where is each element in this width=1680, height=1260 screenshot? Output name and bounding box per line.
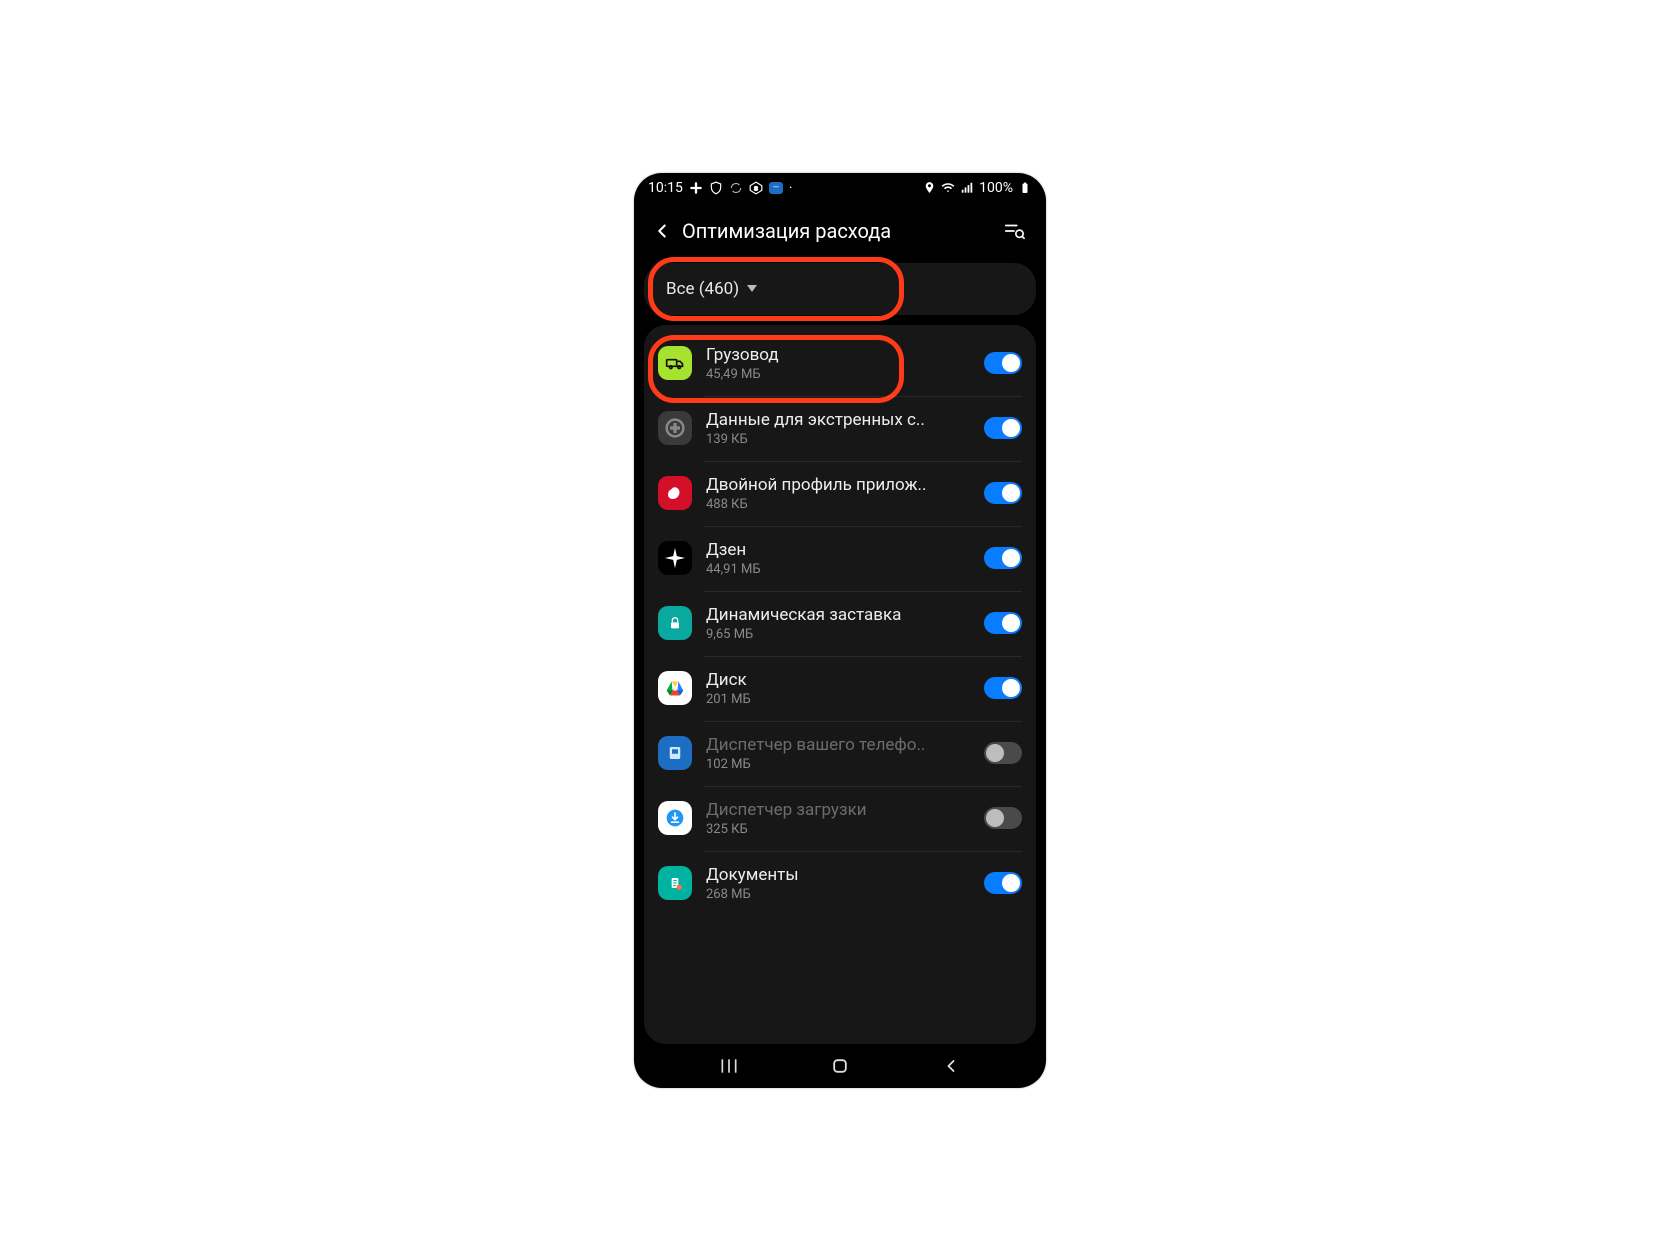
app-badge-icon: —: [769, 182, 783, 194]
app-name: Диспетчер загрузки: [706, 800, 970, 820]
back-button[interactable]: [644, 213, 680, 249]
filter-chip[interactable]: Все (460): [658, 277, 765, 301]
more-dot-icon: ·: [789, 180, 793, 196]
app-name: Данные для экстренных с..: [706, 410, 970, 430]
blob-icon: [658, 476, 692, 510]
slack-icon: [689, 181, 703, 195]
wifi-icon: [941, 181, 955, 195]
plus-icon: [658, 411, 692, 445]
nav-back-button[interactable]: [937, 1052, 965, 1080]
app-texts: Данные для экстренных с.. 139 КБ: [706, 410, 970, 447]
page-title: Оптимизация расхода: [680, 219, 996, 243]
app-header: Оптимизация расхода: [634, 203, 1046, 263]
app-toggle[interactable]: [984, 352, 1022, 374]
status-bar: 10:15 S — ·: [634, 173, 1046, 203]
app-texts: Диск 201 МБ: [706, 670, 970, 707]
app-toggle[interactable]: [984, 807, 1022, 829]
app-row[interactable]: Документы 268 МБ: [644, 851, 1036, 916]
app-size: 44,91 МБ: [706, 562, 970, 577]
phone-mgr-icon: [658, 736, 692, 770]
app-size: 488 КБ: [706, 497, 970, 512]
signal-icon: [960, 181, 974, 195]
nav-recents-button[interactable]: [715, 1052, 743, 1080]
filter-panel: Все (460): [644, 263, 1036, 315]
app-row[interactable]: Дзен 44,91 МБ: [644, 526, 1036, 591]
battery-text: 100%: [979, 180, 1013, 196]
location-icon: [922, 181, 936, 195]
app-row[interactable]: Данные для экстренных с.. 139 КБ: [644, 396, 1036, 461]
app-texts: Дзен 44,91 МБ: [706, 540, 970, 577]
app-row[interactable]: Динамическая заставка 9,65 МБ: [644, 591, 1036, 656]
truck-icon: [658, 346, 692, 380]
app-name: Документы: [706, 865, 970, 885]
app-texts: Динамическая заставка 9,65 МБ: [706, 605, 970, 642]
app-toggle[interactable]: [984, 417, 1022, 439]
chevron-down-icon: [747, 285, 757, 292]
app-name: Дзен: [706, 540, 970, 560]
app-toggle[interactable]: [984, 547, 1022, 569]
app-name: Диспетчер вашего телефо..: [706, 735, 970, 755]
s-icon: S: [749, 181, 763, 195]
app-name: Грузовод: [706, 345, 970, 365]
app-list[interactable]: Грузовод 45,49 МБ Данные для экстренных с.…: [644, 325, 1036, 922]
app-row[interactable]: Диспетчер вашего телефо.. 102 МБ: [644, 721, 1036, 786]
app-toggle[interactable]: [984, 677, 1022, 699]
app-toggle[interactable]: [984, 482, 1022, 504]
app-name: Диск: [706, 670, 970, 690]
phone-frame: 10:15 S — ·: [634, 173, 1046, 1088]
app-row[interactable]: Диспетчер загрузки 325 КБ: [644, 786, 1036, 851]
app-size: 102 МБ: [706, 757, 970, 772]
app-size: 9,65 МБ: [706, 627, 970, 642]
sync-icon: [729, 181, 743, 195]
app-toggle[interactable]: [984, 612, 1022, 634]
app-texts: Диспетчер вашего телефо.. 102 МБ: [706, 735, 970, 772]
app-size: 201 МБ: [706, 692, 970, 707]
app-texts: Грузовод 45,49 МБ: [706, 345, 970, 382]
app-list-panel: Грузовод 45,49 МБ Данные для экстренных с.…: [644, 325, 1036, 1044]
drive-icon: [658, 671, 692, 705]
download-icon: [658, 801, 692, 835]
system-nav-bar: [634, 1044, 1046, 1088]
star4-icon: [658, 541, 692, 575]
app-toggle[interactable]: [984, 742, 1022, 764]
lock-icon: [658, 606, 692, 640]
app-toggle[interactable]: [984, 872, 1022, 894]
app-texts: Двойной профиль прилож.. 488 КБ: [706, 475, 970, 512]
status-time: 10:15: [648, 180, 683, 196]
app-size: 268 МБ: [706, 887, 970, 902]
battery-icon: [1018, 181, 1032, 195]
filter-label: Все (460): [666, 279, 739, 299]
app-size: 45,49 МБ: [706, 367, 970, 382]
shield-icon: [709, 181, 723, 195]
app-row[interactable]: Двойной профиль прилож.. 488 КБ: [644, 461, 1036, 526]
search-filter-button[interactable]: [996, 213, 1032, 249]
docs-icon: [658, 866, 692, 900]
app-size: 139 КБ: [706, 432, 970, 447]
app-size: 325 КБ: [706, 822, 970, 837]
app-row[interactable]: Диск 201 МБ: [644, 656, 1036, 721]
app-texts: Диспетчер загрузки 325 КБ: [706, 800, 970, 837]
nav-home-button[interactable]: [826, 1052, 854, 1080]
app-row[interactable]: Грузовод 45,49 МБ: [644, 331, 1036, 396]
app-name: Динамическая заставка: [706, 605, 970, 625]
svg-text:S: S: [754, 186, 758, 192]
app-name: Двойной профиль прилож..: [706, 475, 970, 495]
app-texts: Документы 268 МБ: [706, 865, 970, 902]
